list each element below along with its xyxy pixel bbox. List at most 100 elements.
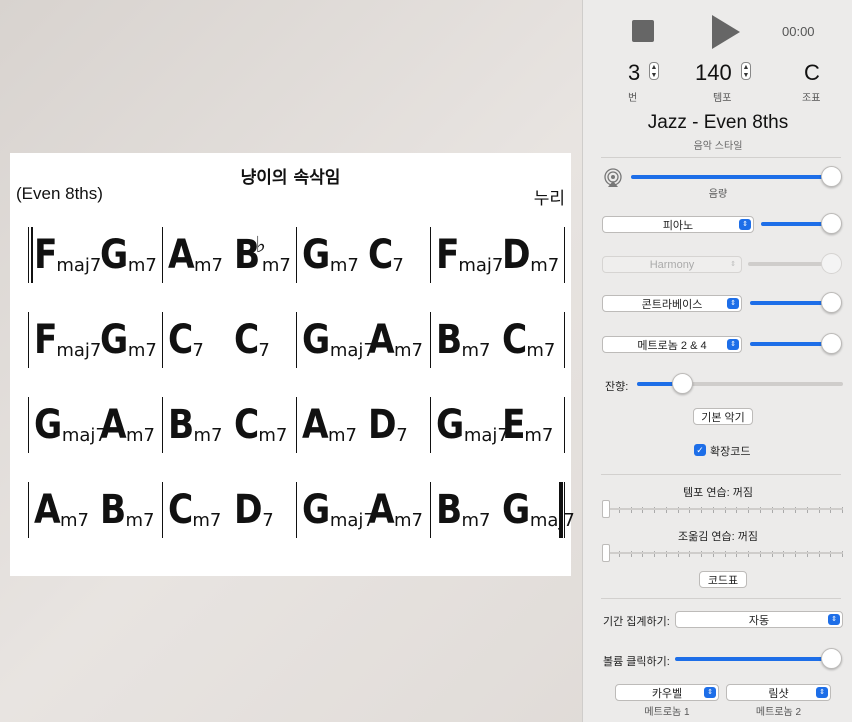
measure[interactable]: Bm7 Gmaj7 [436, 480, 575, 540]
chord-symbol[interactable]: C7 [234, 320, 294, 360]
drums-level-track[interactable] [750, 342, 831, 346]
lead-sheet[interactable]: 냥이의 속삭임 (Even 8ths) 누리 Fmaj7 Gm7 Am7 B ♭ m7 Gm… [10, 153, 575, 576]
chord-symbol[interactable]: Em7 [502, 402, 562, 448]
chord-symbol[interactable]: D7 [368, 405, 428, 445]
chord-symbol[interactable]: Gm7 [100, 320, 160, 360]
chevron-up-icon[interactable]: ▲ [743, 64, 750, 71]
style-label: 음악 스타일 [693, 141, 743, 152]
count-in-popup[interactable]: 자동 ⇕ [675, 611, 843, 628]
metronome1-value: 카우벨 [651, 687, 683, 700]
chevron-updown-icon: ⇕ [727, 339, 739, 350]
piano-popup[interactable]: 피아노 ⇕ [602, 216, 754, 233]
chord-row: Fmaj7 Gm7 Am7 B ♭ m7 Gm7 C 7 Fmaj7 Dm7 [28, 225, 566, 285]
piano-level-knob[interactable] [821, 213, 842, 234]
bar-line [296, 227, 297, 283]
volume-slider-track[interactable] [631, 175, 831, 179]
measure[interactable]: Gm7 C 7 [302, 225, 428, 285]
chevron-updown-icon: ⇕ [816, 687, 828, 698]
chord-symbol[interactable]: Gmaj7 [436, 405, 509, 445]
chord-symbol[interactable]: Fmaj7 [34, 232, 101, 278]
chevron-updown-icon: ⇕ [828, 614, 840, 625]
measure[interactable]: Gmaj7 Em7 [436, 395, 562, 455]
chord-symbol[interactable]: Gmaj7 [302, 320, 375, 360]
chord-symbol[interactable]: Am7 [100, 405, 160, 445]
bass-popup-label: 콘트라베이스 [641, 298, 703, 311]
chord-chart-button[interactable]: 코드표 [699, 571, 747, 588]
click-volume-track[interactable] [675, 657, 833, 661]
measure[interactable]: Fmaj7 Gm7 [34, 225, 160, 285]
measure[interactable]: Fmaj7 Gm7 [34, 310, 160, 370]
metronome1-popup[interactable]: 카우벨 ⇕ [615, 684, 719, 701]
measure[interactable]: Gmaj7 Am7 [34, 395, 160, 455]
style-name[interactable]: Jazz - Even 8ths [583, 112, 852, 134]
harmony-level-track[interactable] [748, 262, 831, 266]
chord-symbol[interactable]: Gmaj7 [302, 490, 375, 530]
reverb-slider-knob[interactable] [672, 373, 694, 394]
chord-symbol[interactable]: Am7 [302, 405, 368, 445]
measure[interactable]: Cm7 D 7 [168, 480, 294, 540]
chevron-down-icon[interactable]: ▼ [651, 72, 658, 79]
chord-symbol[interactable]: Fmaj7 [436, 235, 503, 275]
chord-symbol[interactable]: Bm7 [436, 490, 502, 530]
chord-symbol[interactable]: Gmaj7 [502, 490, 575, 530]
chord-symbol[interactable]: C7 [168, 320, 234, 360]
stop-button[interactable] [632, 20, 654, 42]
chord-symbol[interactable]: Am7 [34, 490, 100, 530]
bass-level-track[interactable] [750, 301, 831, 305]
measure[interactable]: Bm7 Cm7 [168, 395, 294, 455]
chevron-up-icon[interactable]: ▲ [651, 64, 658, 71]
chord-symbol[interactable]: Am7 [368, 320, 428, 360]
chord-symbol[interactable]: B ♭ m7 [234, 235, 294, 276]
chord-symbol[interactable]: Gm7 [100, 235, 160, 275]
chord-symbol[interactable]: Cm7 [168, 490, 234, 530]
harmony-popup[interactable]: Harmony ⇕ [602, 256, 742, 273]
measure[interactable]: Fmaj7 Dm7 [436, 225, 562, 285]
chord-root: F [34, 232, 58, 278]
metronome2-popup[interactable]: 림샷 ⇕ [726, 684, 831, 701]
key-value[interactable]: C [804, 60, 820, 86]
default-instruments-button[interactable]: 기본 악기 [693, 408, 753, 425]
transpose-practice-track[interactable] [605, 552, 843, 554]
chord-symbol[interactable]: Am7 [368, 490, 428, 530]
measure[interactable]: Am7 Bm7 [34, 480, 160, 540]
bass-popup[interactable]: 콘트라베이스 ⇕ [602, 295, 742, 312]
chord-symbol[interactable]: C7 [368, 235, 428, 275]
extended-chords-checkbox[interactable]: ✓ [694, 444, 706, 456]
transpose-practice-knob[interactable] [602, 544, 610, 562]
tempo-stepper[interactable]: ▲ ▼ [741, 62, 751, 80]
measure[interactable]: C7C7 [168, 310, 294, 370]
chord-symbol[interactable]: Cm7 [234, 405, 294, 445]
tempo-practice-track[interactable] [605, 508, 843, 510]
measure[interactable]: Gmaj7 Am7 [302, 310, 428, 370]
drums-popup[interactable]: 메트로놈 2 & 4 ⇕ [602, 336, 742, 353]
chord-quality: m7 [261, 255, 291, 276]
chorus-stepper[interactable]: ▲ ▼ [649, 62, 659, 80]
chord-symbol[interactable]: Bm7 [168, 405, 234, 445]
volume-slider-knob[interactable] [821, 166, 842, 187]
measure[interactable]: Am7 B ♭ m7 [168, 225, 294, 285]
chord-symbol[interactable]: Cm7 [502, 320, 562, 360]
bar-line [564, 312, 565, 368]
chord-symbol[interactable]: Am7 [168, 235, 234, 275]
chord-symbol[interactable]: Gm7 [302, 235, 368, 275]
chord-symbol[interactable]: Gmaj7 [34, 405, 107, 445]
bar-line [296, 482, 297, 538]
click-volume-knob[interactable] [821, 648, 842, 669]
play-button[interactable] [712, 15, 740, 49]
playback-time: 00:00 [782, 24, 815, 39]
chord-symbol[interactable]: Dm7 [502, 235, 562, 275]
measure[interactable]: Gmaj7 Am7 [302, 480, 428, 540]
tempo-practice-knob[interactable] [602, 500, 610, 518]
chord-symbol[interactable]: D7 [234, 490, 294, 530]
chord-root: E [502, 402, 526, 448]
chord-symbol[interactable]: Bm7 [436, 320, 502, 360]
measure[interactable]: Am7 D 7 [302, 395, 428, 455]
harmony-level-knob[interactable] [821, 253, 842, 274]
chevron-updown-icon: ⇕ [739, 219, 751, 230]
bass-level-knob[interactable] [821, 292, 842, 313]
chord-symbol[interactable]: Fmaj7 [34, 320, 101, 360]
chevron-down-icon[interactable]: ▼ [743, 72, 750, 79]
drums-level-knob[interactable] [821, 333, 842, 354]
measure[interactable]: Bm7 Cm7 [436, 310, 562, 370]
chord-symbol[interactable]: Bm7 [100, 490, 160, 530]
